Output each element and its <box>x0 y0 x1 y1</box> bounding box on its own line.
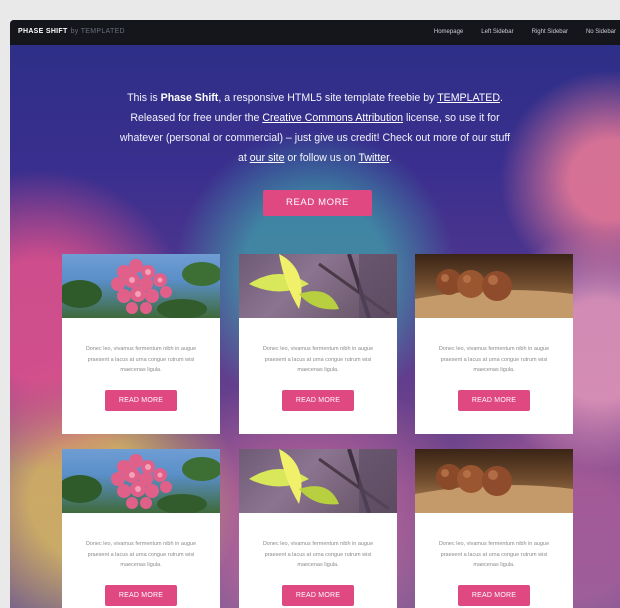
hero-text-part: license, so use it for <box>403 112 500 124</box>
twitter-link[interactable]: Twitter <box>358 152 389 164</box>
feature-card: Donec leo, vivamus fermentum nibh in aug… <box>239 254 397 434</box>
hero-line-1: This is Phase Shift, a responsive HTML5 … <box>70 88 560 108</box>
nav-link-left-sidebar[interactable]: Left Sidebar <box>481 29 513 35</box>
hero-read-more-button[interactable]: READ MORE <box>263 190 372 216</box>
leaf-image <box>239 254 397 318</box>
main-nav: Homepage Left Sidebar Right Sidebar No S… <box>434 29 620 35</box>
card-read-more-button[interactable]: READ MORE <box>458 389 530 411</box>
site-brand[interactable]: PHASE SHIFT by TEMPLATED <box>18 28 125 35</box>
feature-card: Donec leo, vivamus fermentum nibh in aug… <box>415 449 573 608</box>
flower-image <box>62 254 220 318</box>
card-text: Donec leo, vivamus fermentum nibh in aug… <box>438 346 550 373</box>
brand-name[interactable]: PHASE SHIFT <box>18 28 68 35</box>
feature-card: Donec leo, vivamus fermentum nibh in aug… <box>239 449 397 608</box>
seeds-image <box>415 254 573 318</box>
templated-link[interactable]: TEMPLATED <box>437 92 500 104</box>
nav-link-no-sidebar[interactable]: No Sidebar <box>586 29 616 35</box>
hero-line-2: Released for free under the Creative Com… <box>70 108 560 128</box>
card-text: Donec leo, vivamus fermentum nibh in aug… <box>85 541 197 568</box>
card-text: Donec leo, vivamus fermentum nibh in aug… <box>85 346 197 373</box>
hero-text-part: . <box>499 92 503 104</box>
hero-text-part: Released for free under the <box>130 112 263 124</box>
card-read-more-button[interactable]: READ MORE <box>105 584 177 606</box>
hero-text-part: . <box>389 152 393 164</box>
seeds-image <box>415 449 573 513</box>
card-text: Donec leo, vivamus fermentum nibh in aug… <box>262 541 374 568</box>
hero-text: This is Phase Shift, a responsive HTML5 … <box>70 88 560 168</box>
card-read-more-button[interactable]: READ MORE <box>282 584 354 606</box>
hero-site-name: Phase Shift <box>160 92 219 104</box>
card-read-more-button[interactable]: READ MORE <box>105 389 177 411</box>
hero-text-part: or follow us on <box>284 152 359 164</box>
card-text: Donec leo, vivamus fermentum nibh in aug… <box>262 346 374 373</box>
feature-card: Donec leo, vivamus fermentum nibh in aug… <box>415 254 573 434</box>
flower-image <box>62 449 220 513</box>
hero-line-3: whatever (personal or commercial) – just… <box>119 132 511 144</box>
hero-text-part: This is <box>127 92 161 104</box>
hero-text-part: , a responsive HTML5 site template freeb… <box>218 92 438 104</box>
feature-card: Donec leo, vivamus fermentum nibh in aug… <box>62 254 220 434</box>
card-read-more-button[interactable]: READ MORE <box>458 584 530 606</box>
our-site-link[interactable]: our site <box>250 152 285 164</box>
nav-link-right-sidebar[interactable]: Right Sidebar <box>532 29 568 35</box>
hero-text-part: at <box>237 152 250 164</box>
card-read-more-button[interactable]: READ MORE <box>282 389 354 411</box>
creative-commons-link[interactable]: Creative Commons Attribution <box>262 112 403 124</box>
brand-by-templated[interactable]: by TEMPLATED <box>71 28 125 35</box>
top-navbar: PHASE SHIFT by TEMPLATED Homepage Left Si… <box>10 20 620 45</box>
card-text: Donec leo, vivamus fermentum nibh in aug… <box>438 541 550 568</box>
leaf-image <box>239 449 397 513</box>
feature-card: Donec leo, vivamus fermentum nibh in aug… <box>62 449 220 608</box>
browser-frame: PHASE SHIFT by TEMPLATED Homepage Left Si… <box>10 20 620 608</box>
nav-link-homepage[interactable]: Homepage <box>434 29 463 35</box>
hero-line-4: at our site or follow us on Twitter. <box>70 148 560 168</box>
